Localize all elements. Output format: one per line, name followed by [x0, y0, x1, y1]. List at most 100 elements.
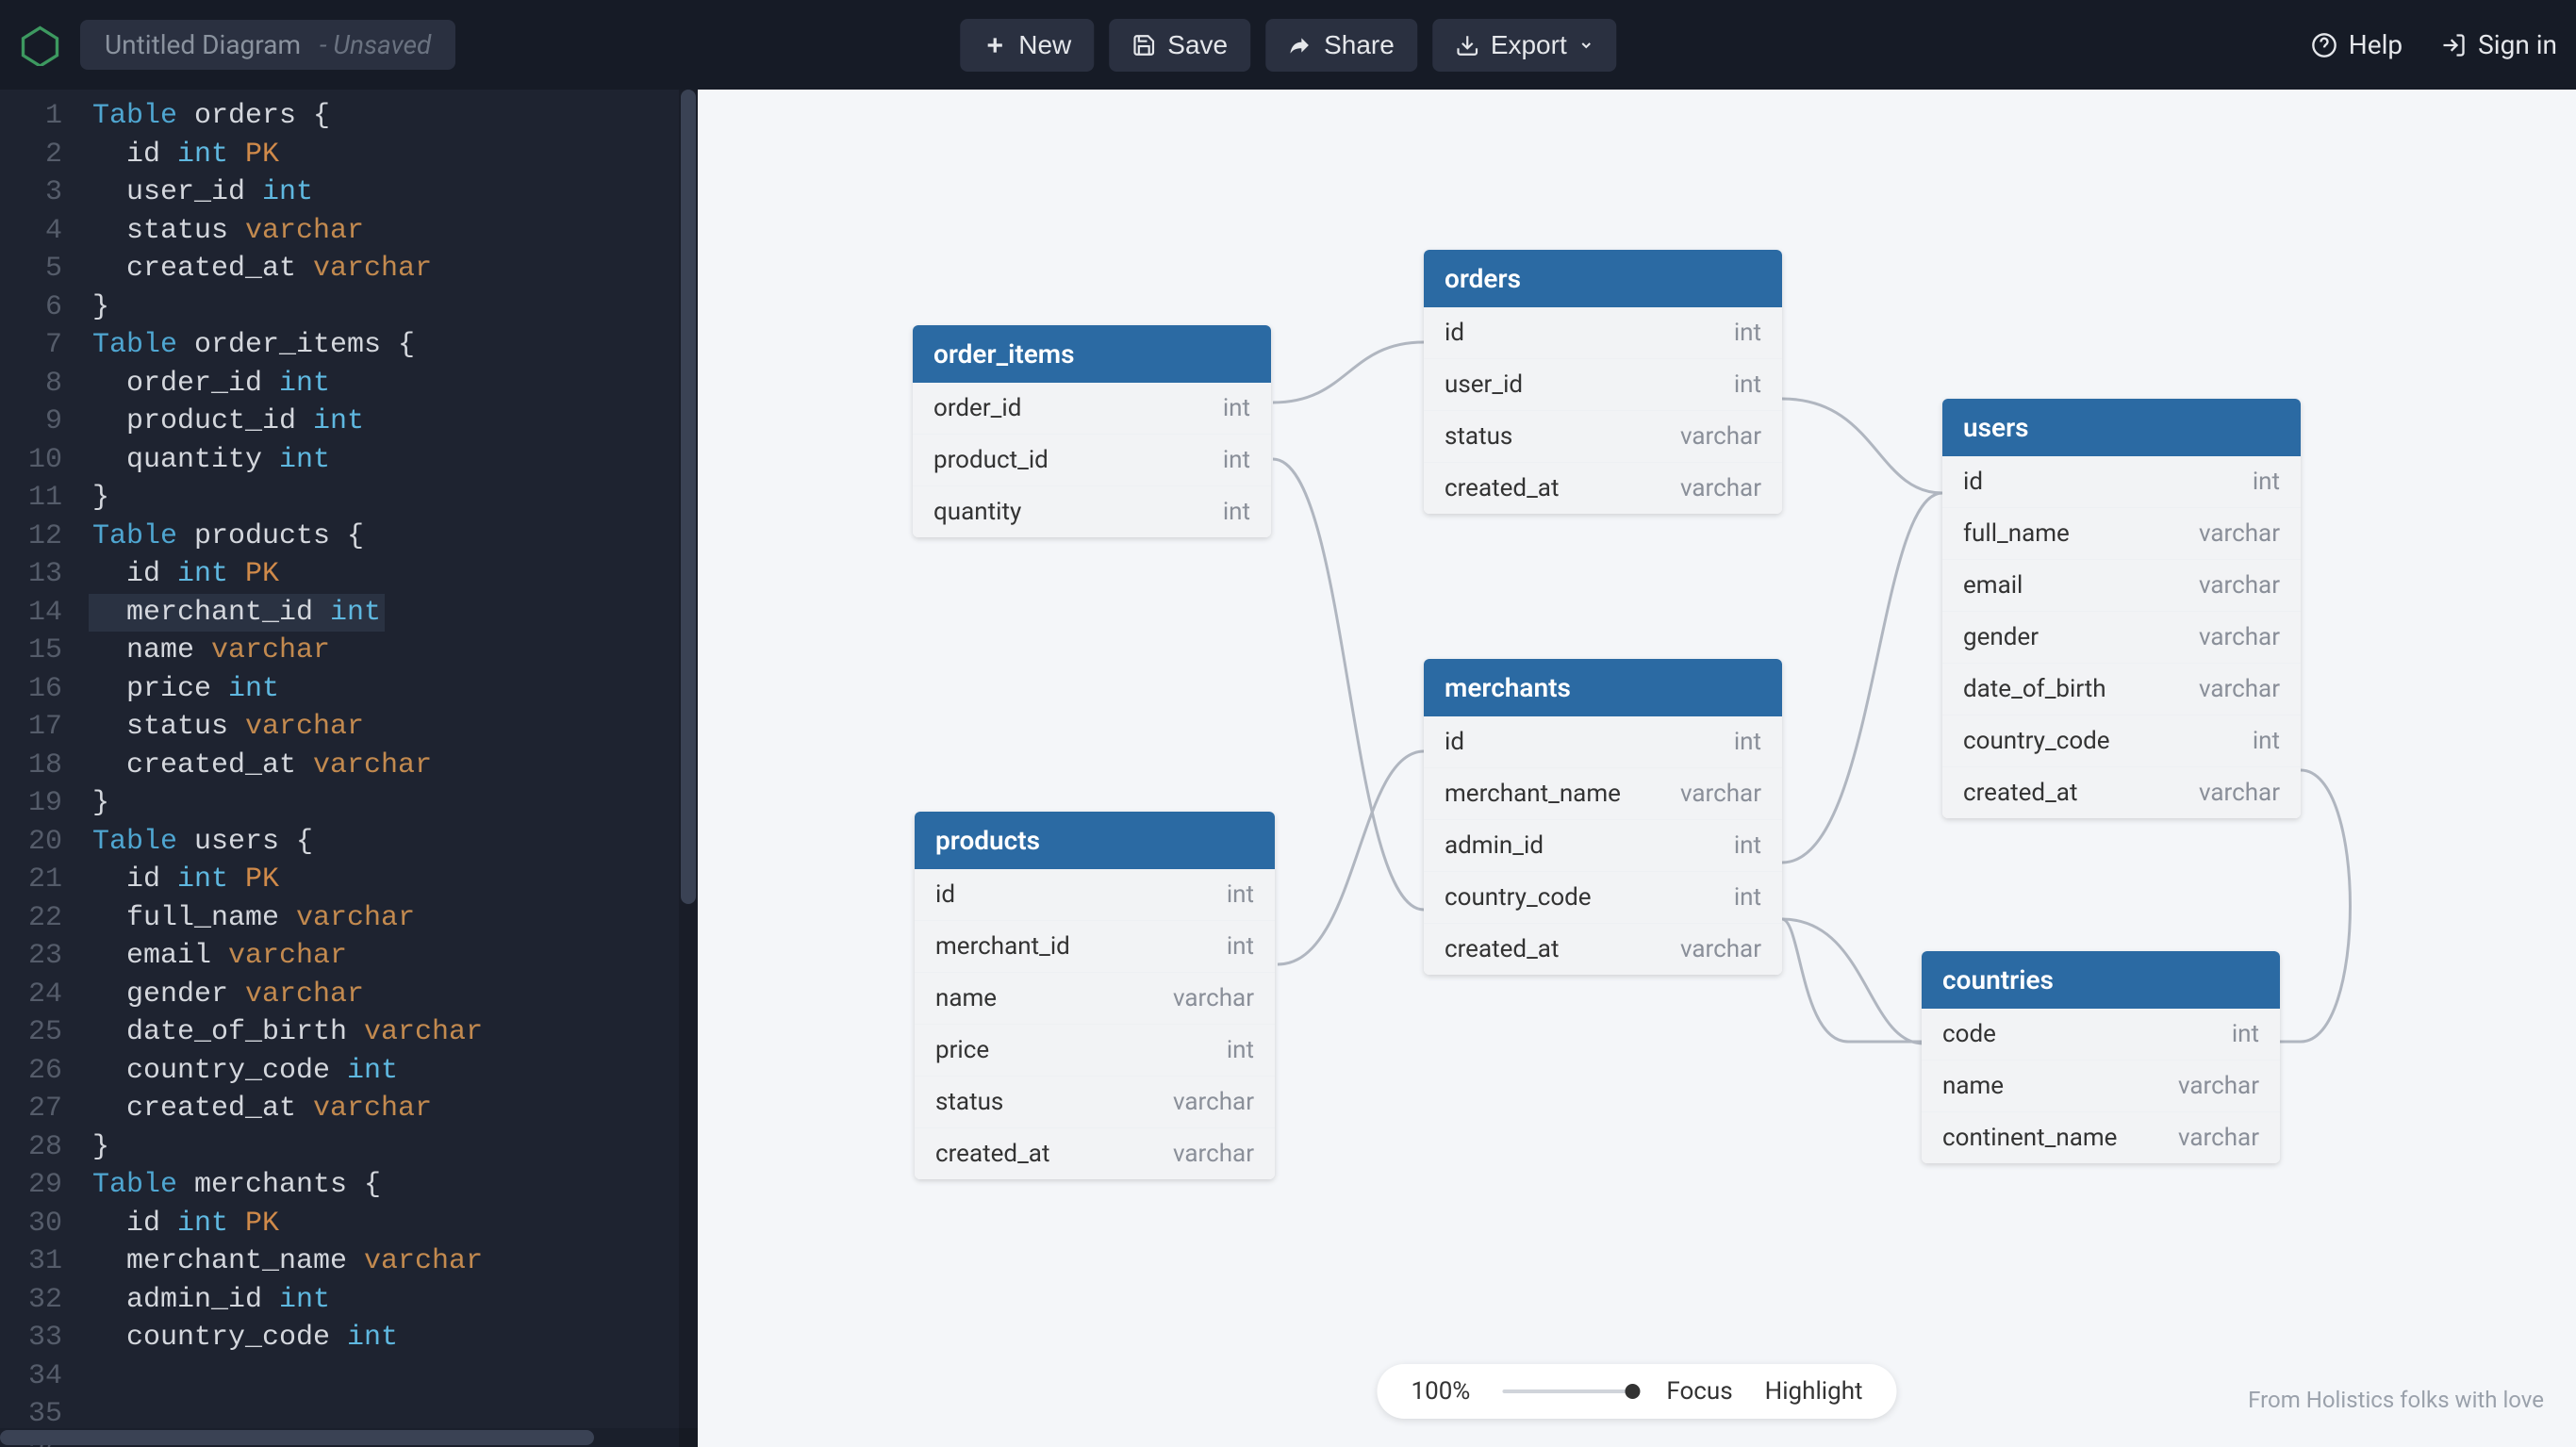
column-name: created_at: [935, 1140, 1049, 1168]
column-type: varchar: [2199, 571, 2280, 600]
column-type: varchar: [1680, 474, 1761, 502]
chevron-down-icon: [1578, 38, 1593, 53]
column-type: varchar: [1680, 935, 1761, 963]
table-column[interactable]: merchant_namevarchar: [1424, 768, 1782, 820]
table-header: products: [915, 812, 1275, 869]
column-name: full_name: [1963, 519, 2070, 548]
column-name: created_at: [1445, 935, 1559, 963]
toolbar: New Save Share Export: [960, 19, 1616, 72]
logo-icon: [19, 24, 61, 66]
column-type: int: [1734, 728, 1761, 756]
table-column[interactable]: created_atvarchar: [1942, 767, 2301, 818]
share-button[interactable]: Share: [1265, 19, 1417, 72]
editor-scrollbar-horizontal[interactable]: [0, 1428, 698, 1447]
signin-link[interactable]: Sign in: [2440, 29, 2557, 60]
table-column[interactable]: country_codeint: [1424, 872, 1782, 924]
column-name: status: [1445, 422, 1512, 451]
code-content[interactable]: Table orders { id int PK user_id int sta…: [75, 90, 483, 1447]
table-column[interactable]: country_codeint: [1942, 715, 2301, 767]
column-type: varchar: [1173, 1088, 1254, 1116]
table-column[interactable]: created_atvarchar: [915, 1128, 1275, 1179]
column-name: id: [935, 880, 955, 909]
column-name: name: [935, 984, 997, 1012]
table-column[interactable]: full_name varchar: [1942, 508, 2301, 560]
table-merchants[interactable]: merchants id int merchant_namevarcharadmin…: [1424, 659, 1782, 975]
table-column[interactable]: name varchar: [915, 973, 1275, 1025]
column-type: int: [1734, 831, 1761, 860]
highlight-button[interactable]: Highlight: [1765, 1377, 1863, 1406]
table-column[interactable]: product_id int: [913, 435, 1271, 486]
save-button[interactable]: Save: [1109, 19, 1250, 72]
table-column[interactable]: email varchar: [1942, 560, 2301, 612]
column-name: gender: [1963, 623, 2039, 651]
table-column[interactable]: id int: [1942, 456, 2301, 508]
diagram-status: - Unsaved: [320, 29, 431, 60]
export-button[interactable]: Export: [1432, 19, 1616, 72]
column-type: varchar: [2199, 519, 2280, 548]
new-button[interactable]: New: [960, 19, 1094, 72]
table-column[interactable]: price int: [915, 1025, 1275, 1077]
table-column[interactable]: merchant_idint: [915, 921, 1275, 973]
column-name: status: [935, 1088, 1003, 1116]
table-users[interactable]: users idintfull_namevarcharemailvarcharg…: [1942, 399, 2301, 818]
help-icon: [2311, 32, 2337, 58]
table-column[interactable]: id int: [915, 869, 1275, 921]
table-header: orders: [1424, 250, 1782, 307]
column-type: int: [1223, 394, 1250, 422]
column-type: int: [1227, 880, 1254, 909]
column-name: product_id: [933, 446, 1049, 474]
zoom-slider[interactable]: [1502, 1389, 1634, 1393]
column-type: int: [1227, 932, 1254, 961]
table-column[interactable]: namevarchar: [1922, 1061, 2280, 1112]
table-column[interactable]: continent_namevarchar: [1922, 1112, 2280, 1163]
table-column[interactable]: created_at varchar: [1424, 463, 1782, 514]
column-name: date_of_birth: [1963, 675, 2106, 703]
help-link[interactable]: Help: [2311, 29, 2403, 60]
table-column[interactable]: idint: [1424, 307, 1782, 359]
table-countries[interactable]: countries codeintnamevarcharcontinent_na…: [1922, 951, 2280, 1163]
table-column[interactable]: id int: [1424, 716, 1782, 768]
column-name: created_at: [1445, 474, 1559, 502]
column-name: continent_name: [1942, 1124, 2117, 1152]
column-type: int: [1223, 446, 1250, 474]
zoom-control: 100% Focus Highlight: [1377, 1364, 1896, 1419]
new-label: New: [1018, 30, 1071, 60]
table-column[interactable]: created_at varchar: [1424, 924, 1782, 975]
table-column[interactable]: user_idint: [1424, 359, 1782, 411]
column-name: id: [1445, 728, 1464, 756]
save-label: Save: [1167, 30, 1228, 60]
right-nav: Help Sign in: [2311, 29, 2557, 60]
table-column[interactable]: codeint: [1922, 1009, 2280, 1061]
column-type: varchar: [2199, 675, 2280, 703]
focus-button[interactable]: Focus: [1666, 1377, 1732, 1406]
column-type: int: [1734, 883, 1761, 912]
column-name: email: [1963, 571, 2023, 600]
table-column[interactable]: gender varchar: [1942, 612, 2301, 664]
save-icon: [1131, 33, 1156, 58]
diagram-canvas[interactable]: order_items order_idintproduct_idintquan…: [698, 90, 2576, 1447]
column-type: int: [1227, 1036, 1254, 1064]
column-type: int: [2253, 468, 2280, 496]
column-name: price: [935, 1036, 989, 1064]
table-header: merchants: [1424, 659, 1782, 716]
editor-scrollbar-vertical[interactable]: [679, 90, 698, 1447]
column-type: int: [1734, 319, 1761, 347]
table-orders[interactable]: orders idintuser_idintstatusvarcharcreat…: [1424, 250, 1782, 514]
table-column[interactable]: admin_idint: [1424, 820, 1782, 872]
column-name: id: [1963, 468, 1983, 496]
plus-icon: [983, 33, 1007, 58]
download-icon: [1455, 33, 1479, 58]
table-products[interactable]: products idintmerchant_idintnamevarcharp…: [915, 812, 1275, 1179]
column-type: varchar: [2199, 623, 2280, 651]
column-type: varchar: [2199, 779, 2280, 807]
diagram-title-chip[interactable]: Untitled Diagram - Unsaved: [80, 20, 455, 70]
table-column[interactable]: order_idint: [913, 383, 1271, 435]
table-column[interactable]: date_of_birth varchar: [1942, 664, 2301, 715]
column-type: varchar: [1173, 984, 1254, 1012]
code-editor[interactable]: 1234567891011121314151617181920212223242…: [0, 90, 698, 1447]
table-column[interactable]: status varchar: [915, 1077, 1275, 1128]
share-label: Share: [1324, 30, 1395, 60]
table-column[interactable]: statusvarchar: [1424, 411, 1782, 463]
table-order-items[interactable]: order_items order_idintproduct_idintquan…: [913, 325, 1271, 537]
table-column[interactable]: quantityint: [913, 486, 1271, 537]
